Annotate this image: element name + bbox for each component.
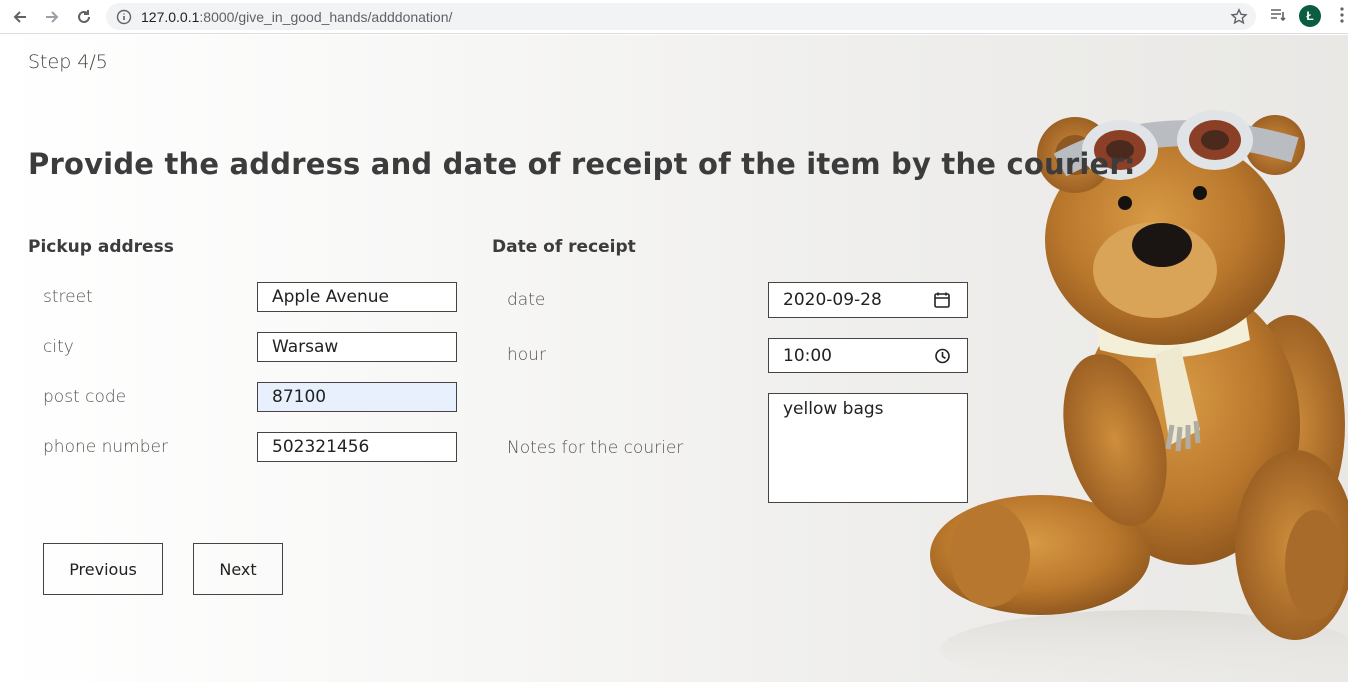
date-label: date: [507, 290, 546, 310]
notes-label: Notes for the courier: [507, 438, 684, 458]
page-title: Provide the address and date of receipt …: [28, 147, 1136, 181]
phone-value: 502321456: [272, 437, 370, 457]
previous-button[interactable]: Previous: [43, 543, 163, 595]
street-input[interactable]: Apple Avenue: [257, 282, 457, 312]
pickup-address-title: Pickup address: [28, 237, 174, 257]
hour-value: 10:00: [783, 345, 832, 366]
browser-toolbar: 127.0.0.1:8000/give_in_good_hands/adddon…: [0, 0, 1348, 34]
next-button[interactable]: Next: [193, 543, 283, 595]
step-indicator: Step 4/5: [28, 51, 108, 73]
forward-icon[interactable]: [39, 4, 65, 30]
post-code-value: 87100: [272, 387, 327, 407]
url-text: 127.0.0.1:8000/give_in_good_hands/adddon…: [141, 9, 452, 25]
date-of-receipt-title: Date of receipt: [492, 237, 636, 257]
teddy-bear-image: [930, 110, 1348, 682]
notes-textarea[interactable]: yellow bags: [768, 393, 968, 503]
phone-label: phone number: [43, 437, 168, 457]
notes-value: yellow bags: [783, 399, 884, 419]
reading-list-icon[interactable]: [1269, 6, 1287, 24]
url-host: 127.0.0.1: [141, 8, 200, 25]
reload-icon[interactable]: [71, 4, 97, 30]
city-value: Warsaw: [272, 337, 339, 357]
street-label: street: [43, 287, 93, 307]
hour-input[interactable]: 10:00: [768, 338, 968, 373]
city-label: city: [43, 337, 74, 357]
address-bar[interactable]: 127.0.0.1:8000/give_in_good_hands/adddon…: [106, 3, 1256, 30]
clock-icon[interactable]: [934, 347, 951, 364]
url-path: :8000/give_in_good_hands/adddonation/: [199, 8, 453, 25]
date-input[interactable]: 2020-09-28: [768, 282, 968, 318]
calendar-icon[interactable]: [933, 291, 951, 309]
bookmark-star-icon[interactable]: [1230, 8, 1248, 26]
page-content: Step 4/5 Provide the address and date of…: [0, 35, 1348, 682]
city-input[interactable]: Warsaw: [257, 332, 457, 362]
back-icon[interactable]: [7, 4, 33, 30]
profile-avatar[interactable]: Ł: [1299, 5, 1321, 27]
date-value: 2020-09-28: [783, 290, 882, 310]
info-icon[interactable]: [116, 9, 132, 25]
hour-label: hour: [507, 345, 546, 365]
post-code-label: post code: [43, 387, 127, 407]
post-code-input[interactable]: 87100: [257, 382, 457, 412]
menu-kebab-icon[interactable]: [1333, 6, 1348, 24]
street-value: Apple Avenue: [272, 287, 389, 307]
phone-input[interactable]: 502321456: [257, 432, 457, 462]
